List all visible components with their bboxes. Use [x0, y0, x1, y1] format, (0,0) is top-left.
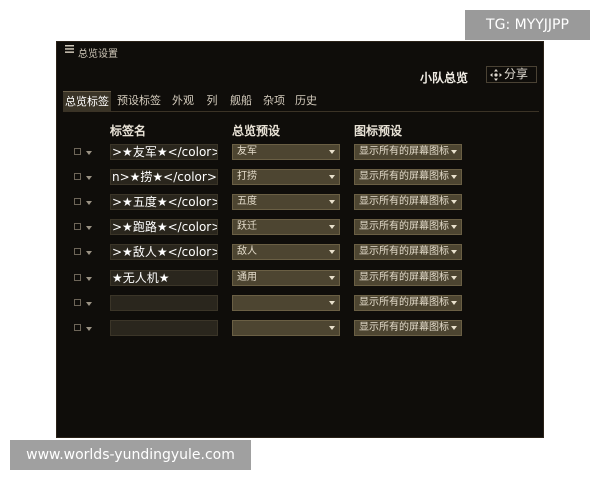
chevron-down-icon[interactable] — [86, 251, 92, 255]
overview-preset-value: 跃迁 — [237, 221, 257, 232]
table-row: >★敌人★</color> 敌人 显示所有的屏幕图标 — [57, 244, 543, 262]
icon-preset-select[interactable]: 显示所有的屏幕图标 — [354, 270, 462, 286]
chevron-down-icon[interactable] — [86, 201, 92, 205]
overview-preset-value: 五度 — [237, 196, 257, 207]
overview-settings-window: 总览设置 小队总览 分享 总览标签 预设标签 外观 列 舰船 杂项 历史 标签名… — [56, 41, 544, 438]
chevron-down-icon — [451, 200, 457, 204]
chevron-down-icon — [329, 301, 335, 305]
overview-preset-select[interactable]: 通用 — [232, 270, 340, 286]
row-checkbox[interactable] — [74, 274, 81, 281]
icon-preset-select[interactable]: 显示所有的屏幕图标 — [354, 320, 462, 336]
tab-appearance[interactable]: 外观 — [168, 91, 198, 111]
chevron-down-icon[interactable] — [86, 327, 92, 331]
tag-name-field[interactable]: >★敌人★</color> — [110, 244, 218, 260]
share-label: 分享 — [504, 67, 529, 81]
watermark-top: TG: MYYJJPP — [465, 10, 590, 40]
icon-preset-select[interactable]: 显示所有的屏幕图标 — [354, 169, 462, 185]
chevron-down-icon — [329, 200, 335, 204]
fleet-overview-title: 小队总览 — [420, 71, 469, 85]
chevron-down-icon — [329, 250, 335, 254]
chevron-down-icon — [451, 150, 457, 154]
tab-ships[interactable]: 舰船 — [226, 91, 256, 111]
chevron-down-icon[interactable] — [86, 176, 92, 180]
icon-preset-value: 显示所有的屏幕图标 — [359, 297, 449, 308]
table-row: n>★捞★</color> 打捞 显示所有的屏幕图标 — [57, 169, 543, 187]
overview-preset-select[interactable]: 友军 — [232, 144, 340, 160]
overview-preset-select[interactable] — [232, 320, 340, 336]
overview-preset-select[interactable] — [232, 295, 340, 311]
tag-name-field[interactable]: >★友军★</color> — [110, 144, 218, 160]
tab-misc[interactable]: 杂项 — [259, 91, 289, 111]
tab-overview-tags[interactable]: 总览标签 — [63, 91, 111, 111]
window-title: 总览设置 — [78, 49, 118, 60]
tag-name-field[interactable]: ★无人机★ — [110, 270, 218, 286]
watermark-bottom: www.worlds-yundingyule.com — [10, 440, 251, 470]
table-row: 显示所有的屏幕图标 — [57, 320, 543, 338]
chevron-down-icon[interactable] — [86, 302, 92, 306]
tag-name-field[interactable] — [110, 320, 218, 336]
chevron-down-icon — [451, 301, 457, 305]
icon-preset-select[interactable]: 显示所有的屏幕图标 — [354, 194, 462, 210]
column-header-icon-preset: 图标预设 — [354, 124, 403, 138]
chevron-down-icon — [329, 175, 335, 179]
chevron-down-icon — [451, 225, 457, 229]
row-checkbox[interactable] — [74, 299, 81, 306]
table-row: >★跑路★</color> 跃迁 显示所有的屏幕图标 — [57, 219, 543, 237]
tag-name-field[interactable]: >★五度★</color> — [110, 194, 218, 210]
table-row: 显示所有的屏幕图标 — [57, 295, 543, 313]
chevron-down-icon — [329, 150, 335, 154]
overview-preset-select[interactable]: 打捞 — [232, 169, 340, 185]
icon-preset-select[interactable]: 显示所有的屏幕图标 — [354, 219, 462, 235]
hamburger-icon[interactable] — [65, 45, 74, 53]
chevron-down-icon — [329, 225, 335, 229]
row-checkbox[interactable] — [74, 248, 81, 255]
icon-preset-value: 显示所有的屏幕图标 — [359, 221, 449, 232]
column-header-name: 标签名 — [110, 124, 147, 138]
row-checkbox[interactable] — [74, 198, 81, 205]
table-row: >★五度★</color> 五度 显示所有的屏幕图标 — [57, 194, 543, 212]
row-checkbox[interactable] — [74, 148, 81, 155]
icon-preset-select[interactable]: 显示所有的屏幕图标 — [354, 244, 462, 260]
icon-preset-select[interactable]: 显示所有的屏幕图标 — [354, 144, 462, 160]
icon-preset-select[interactable]: 显示所有的屏幕图标 — [354, 295, 462, 311]
chevron-down-icon — [329, 326, 335, 330]
row-checkbox[interactable] — [74, 324, 81, 331]
share-button[interactable]: 分享 — [486, 66, 537, 83]
chevron-down-icon — [329, 276, 335, 280]
tab-preset-tags[interactable]: 预设标签 — [113, 91, 165, 111]
row-checkbox[interactable] — [74, 223, 81, 230]
tag-name-field[interactable]: n>★捞★</color> — [110, 169, 218, 185]
overview-preset-value: 通用 — [237, 272, 257, 283]
chevron-down-icon — [451, 326, 457, 330]
chevron-down-icon — [451, 175, 457, 179]
table-row: >★友军★</color> 友军 显示所有的屏幕图标 — [57, 144, 543, 162]
tab-bar: 总览标签 预设标签 外观 列 舰船 杂项 历史 — [63, 91, 539, 112]
overview-preset-value: 打捞 — [237, 171, 257, 182]
chevron-down-icon — [451, 250, 457, 254]
overview-preset-value: 友军 — [237, 146, 257, 157]
overview-preset-select[interactable]: 五度 — [232, 194, 340, 210]
icon-preset-value: 显示所有的屏幕图标 — [359, 322, 449, 333]
tab-history[interactable]: 历史 — [291, 91, 321, 111]
chevron-down-icon[interactable] — [86, 277, 92, 281]
tag-name-field[interactable]: >★跑路★</color> — [110, 219, 218, 235]
share-icon — [490, 69, 502, 81]
icon-preset-value: 显示所有的屏幕图标 — [359, 171, 449, 182]
overview-preset-value: 敌人 — [237, 246, 257, 257]
icon-preset-value: 显示所有的屏幕图标 — [359, 146, 449, 157]
overview-preset-select[interactable]: 跃迁 — [232, 219, 340, 235]
row-checkbox[interactable] — [74, 173, 81, 180]
icon-preset-value: 显示所有的屏幕图标 — [359, 196, 449, 207]
icon-preset-value: 显示所有的屏幕图标 — [359, 272, 449, 283]
chevron-down-icon — [451, 276, 457, 280]
chevron-down-icon[interactable] — [86, 151, 92, 155]
chevron-down-icon[interactable] — [86, 226, 92, 230]
title-bar: 总览设置 — [57, 42, 543, 60]
tab-columns[interactable]: 列 — [203, 91, 221, 111]
overview-preset-select[interactable]: 敌人 — [232, 244, 340, 260]
table-row: ★无人机★ 通用 显示所有的屏幕图标 — [57, 270, 543, 288]
tag-name-field[interactable] — [110, 295, 218, 311]
column-header-overview-preset: 总览预设 — [232, 124, 281, 138]
icon-preset-value: 显示所有的屏幕图标 — [359, 246, 449, 257]
